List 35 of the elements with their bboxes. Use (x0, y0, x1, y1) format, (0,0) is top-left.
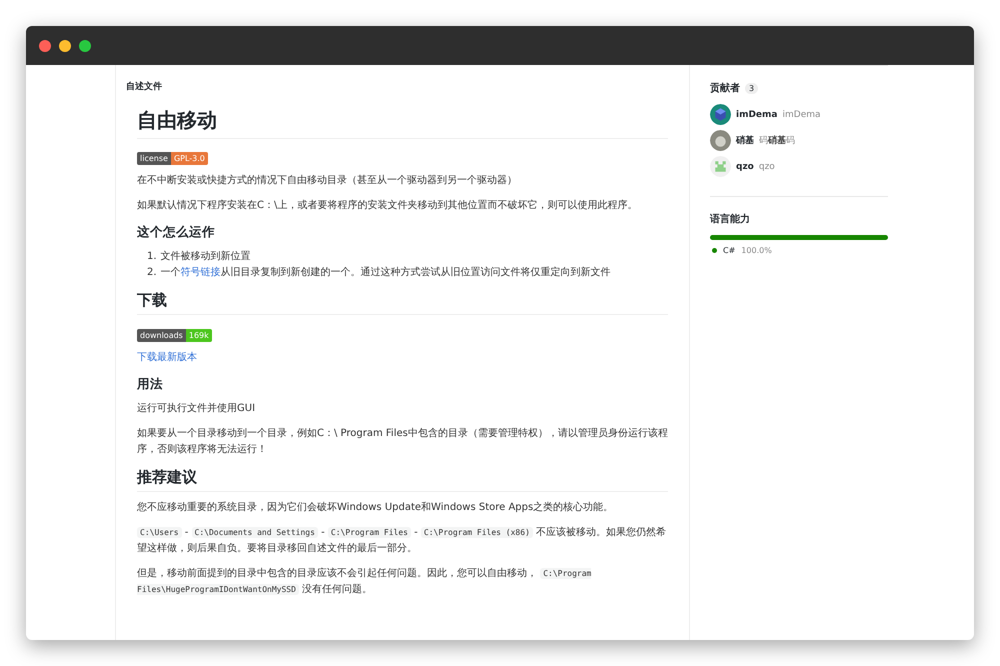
contributor-handle: imDema (782, 110, 821, 120)
list-item-text: 一个符号链接从旧目录复制到新创建的一个。通过这种方式尝试从旧位置访问文件将仅重定向到新文件 (160, 266, 611, 280)
paragraph: 您不应移动重要的系统目录，因为它们会破坏Windows Update和Windows Store Apps之类的核心功能。 (137, 500, 614, 515)
paragraph: 运行可执行文件并使用GUI (137, 402, 256, 416)
contributor-name[interactable]: qzo (736, 162, 754, 172)
contributor-name[interactable]: imDema (736, 110, 778, 120)
list-number: 2. (147, 266, 157, 280)
language-percent: 100.0% (741, 246, 772, 255)
list-item-text: 文件被移动到新位置 (160, 250, 251, 264)
list-number: 1. (147, 250, 157, 264)
language-name: C# (723, 246, 736, 255)
avatar-photo-placeholder[interactable] (710, 130, 731, 151)
contributor-handle: 码硝基码 (759, 134, 795, 147)
close-icon[interactable] (39, 40, 51, 52)
heading: 用法 (137, 376, 163, 393)
section-title: 贡献者 (710, 82, 740, 95)
section-title: 语言能力 (710, 212, 750, 226)
contributor-handle: qzo (758, 162, 775, 172)
zoom-icon[interactable] (79, 40, 91, 52)
count-badge: 3 (745, 82, 758, 94)
minimize-icon[interactable] (59, 40, 71, 52)
paragraph: 如果默认情况下程序安装在C：\上，或者要将程序的安装文件夹移动到其他位置而不破坏它，则可以使用此程序。 (137, 198, 638, 213)
heading: 自由移动 (137, 107, 217, 134)
paragraph: 在不中断安装或快捷方式的情况下自由移动目录（甚至从一个驱动器到另一个驱动器） (137, 174, 518, 188)
avatar-icon[interactable] (710, 104, 731, 125)
contributor-name[interactable]: 硝基 (736, 134, 754, 147)
paragraph: 如果要从一个目录移动到一个目录，例如C：\ Program Files中包含的目录（需要管理特权），请以管理员身份运行该程序，否则该程序将无法运行！ (137, 426, 668, 457)
paragraph: 但是，移动前面提到的目录中包含的目录应该不会引起任何问题。因此，您可以自由移动， C:\Program Files\HugeProgramIDontWantOnMySSD 没有任何问题。 (137, 566, 592, 597)
inline-link[interactable]: 符号链接 (180, 267, 221, 278)
readme-tab[interactable]: 自述文件 (116, 65, 162, 93)
download-link[interactable]: 下载最新版本 (137, 352, 197, 363)
heading: 这个怎么运作 (137, 224, 215, 241)
heading: 下载 (137, 291, 167, 310)
heading: 推荐建议 (137, 468, 197, 487)
paragraph: C:\Users - C:\Documents and Settings - C:\Program Files - C:\Program Files (x86) 不应该被移动。如果您仍然希望这样做，则后果自负。要将目录移回自述文件的最后一部分。 (137, 526, 668, 556)
